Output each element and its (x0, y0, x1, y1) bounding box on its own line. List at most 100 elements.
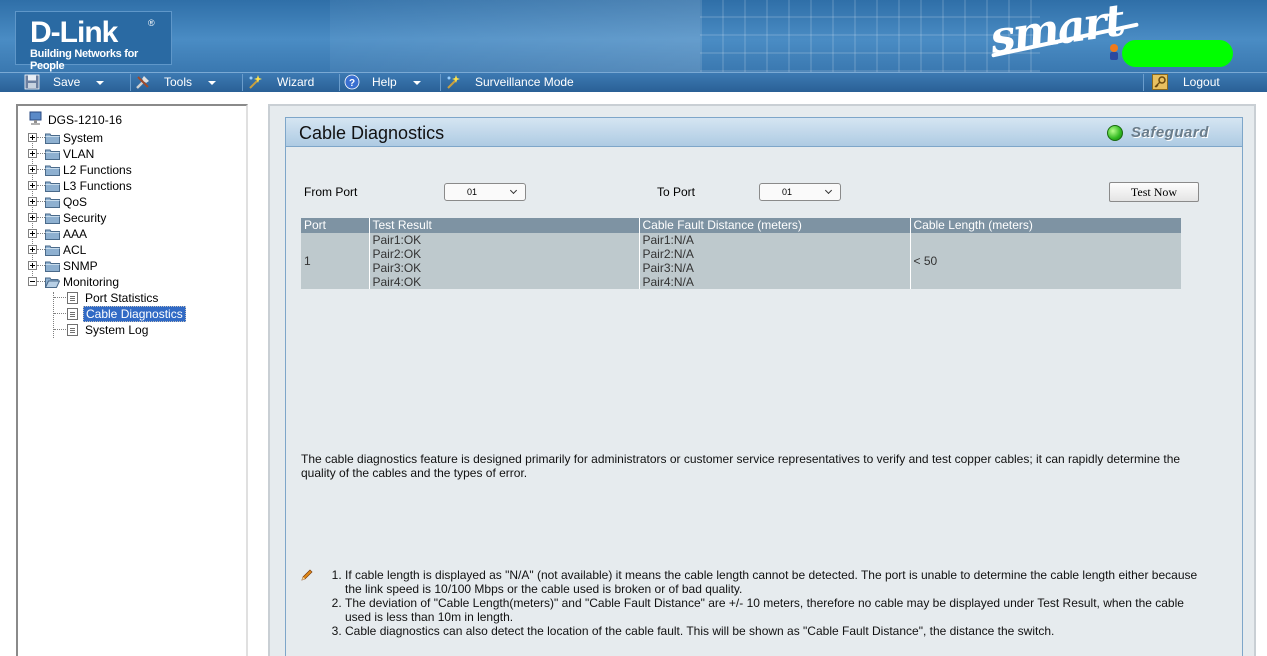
logo-brand: D-Link (30, 16, 118, 49)
tools-menu[interactable]: Tools (135, 73, 235, 92)
test-result-line: Pair1:OK (372, 233, 422, 247)
folder-icon (45, 213, 60, 224)
tree-node-label: AAA (63, 227, 88, 241)
surveillance-mode-menu[interactable]: Surveillance Mode (445, 73, 595, 92)
menu-divider (242, 74, 243, 91)
tree-connector (37, 265, 45, 266)
tree-connector (37, 137, 45, 138)
tree-connector (37, 153, 45, 154)
note-item: If cable length is displayed as "N/A" (n… (345, 568, 1211, 596)
menu-divider (1143, 74, 1144, 91)
page-title: Cable Diagnostics (299, 123, 445, 143)
panel-header: Cable Diagnostics Safeguard (286, 118, 1242, 147)
logo-tagline: Building Networks for People (30, 48, 138, 72)
tree-node-label: System (63, 131, 104, 145)
tools-label: Tools (164, 75, 193, 89)
test-now-button[interactable]: Test Now (1109, 182, 1199, 202)
tree-node-label: ACL (63, 243, 87, 257)
save-label: Save (53, 75, 81, 89)
folder-icon (45, 181, 60, 192)
wizard-wand-icon (249, 75, 262, 89)
test-result-line: Pair2:OK (372, 247, 422, 261)
folder-open-icon (45, 277, 60, 288)
tree-leaf-label: Port Statistics (85, 291, 159, 305)
folder-icon (45, 149, 60, 160)
to-port-value: 01 (782, 187, 793, 197)
cell-fault-distance: Pair1:N/A Pair2:N/A Pair3:N/A Pair4:N/A (639, 233, 911, 289)
cell-port: 1 (301, 233, 370, 289)
wizard-label: Wizard (277, 75, 315, 89)
expand-icon[interactable] (28, 149, 37, 158)
expand-icon[interactable] (28, 261, 37, 270)
chevron-down-icon (824, 186, 833, 195)
document-icon (67, 292, 78, 304)
tree-root-label: DGS-1210-16 (48, 113, 123, 127)
table-row: 1 Pair1:OK Pair2:OK Pair3:OK Pair4:OK Pa… (301, 233, 1181, 289)
from-port-label: From Port (304, 185, 358, 199)
expand-icon[interactable] (28, 213, 37, 222)
folder-icon (45, 229, 60, 240)
from-port-select[interactable]: 01 (444, 183, 526, 201)
chevron-down-icon (208, 81, 216, 85)
save-menu[interactable]: Save (24, 73, 124, 92)
computer-icon (29, 111, 42, 125)
tree-connector (54, 329, 66, 330)
folder-icon (45, 245, 60, 256)
expand-icon[interactable] (28, 165, 37, 174)
tree-node-label: L3 Functions (63, 179, 132, 193)
logout-button[interactable]: Logout (1152, 73, 1252, 92)
tree-node-label: SNMP (63, 259, 98, 273)
user-name-redacted (1122, 40, 1233, 67)
cable-diagnostics-panel: Cable Diagnostics Safeguard From Port 01… (285, 117, 1243, 656)
tree-node-label: QoS (63, 195, 88, 209)
fault-distance-line: Pair3:N/A (642, 261, 694, 275)
fault-distance-line: Pair2:N/A (642, 247, 694, 261)
expand-icon[interactable] (28, 245, 37, 254)
safeguard-label: Safeguard (1131, 124, 1209, 141)
wizard-menu[interactable]: Wizard (247, 73, 337, 92)
menu-bar: Save Tools Wizard ? Help Surveillance Mo… (0, 72, 1267, 92)
column-header-cable-length: Cable Length (meters) (910, 218, 1181, 233)
cell-test-result: Pair1:OK Pair2:OK Pair3:OK Pair4:OK (369, 233, 640, 289)
note-item: The deviation of "Cable Length(meters)" … (345, 596, 1211, 624)
safeguard-status-icon (1107, 125, 1123, 141)
test-result-line: Pair3:OK (372, 261, 422, 275)
tree-connector (53, 292, 54, 338)
folder-icon (45, 133, 60, 144)
chevron-down-icon (509, 186, 518, 195)
surveillance-label: Surveillance Mode (475, 75, 574, 89)
results-table: Port Test Result Cable Fault Distance (m… (301, 218, 1181, 289)
tree-node-label: Security (63, 211, 107, 225)
tree-leaf-label-selected: Cable Diagnostics (83, 306, 186, 322)
document-icon (67, 324, 78, 336)
chevron-down-icon (413, 81, 421, 85)
expand-icon[interactable] (28, 229, 37, 238)
tree-connector (37, 281, 45, 282)
tree-connector (54, 313, 66, 314)
help-icon: ? (344, 74, 360, 90)
expand-icon[interactable] (28, 197, 37, 206)
tree-connector (54, 297, 66, 298)
banner-decoration (330, 0, 700, 72)
help-menu[interactable]: ? Help (344, 73, 434, 92)
tree-node-label: L2 Functions (63, 163, 132, 177)
tree-connector (37, 249, 45, 250)
tree-leaf-label: System Log (85, 323, 149, 337)
collapse-icon[interactable] (28, 277, 37, 286)
tree-connector (37, 185, 45, 186)
expand-icon[interactable] (28, 181, 37, 190)
logo-registered-mark: ® (148, 18, 155, 28)
tree-node-label: Monitoring (63, 275, 120, 289)
to-port-select[interactable]: 01 (759, 183, 841, 201)
menu-divider (339, 74, 340, 91)
svg-text:?: ? (349, 78, 355, 89)
main-content-frame: Cable Diagnostics Safeguard From Port 01… (268, 104, 1256, 656)
header-banner: D-Link ® Building Networks for People sm… (0, 0, 1267, 72)
tree-connector (37, 201, 45, 202)
cell-cable-length: < 50 (910, 233, 1181, 289)
surveillance-wand-icon (447, 75, 460, 89)
banner-port-grid (700, 0, 1040, 72)
expand-icon[interactable] (28, 133, 37, 142)
column-header-test-result: Test Result (369, 218, 640, 233)
column-header-fault-distance: Cable Fault Distance (meters) (639, 218, 911, 233)
